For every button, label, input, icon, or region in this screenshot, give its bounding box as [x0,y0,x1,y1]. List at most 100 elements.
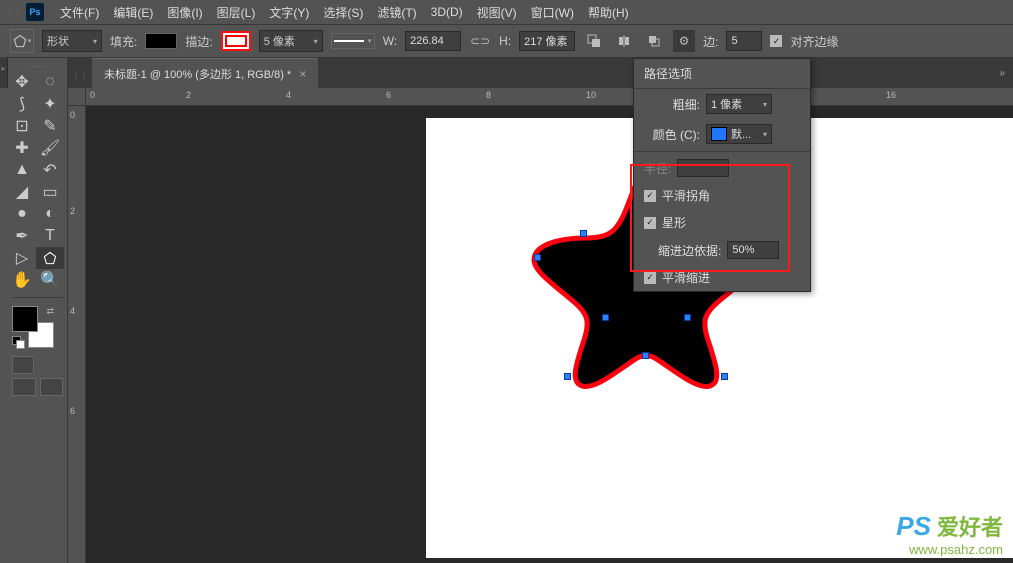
screenmode-button-2[interactable] [40,378,64,396]
smooth-corners-label: 平滑拐角 [662,187,710,204]
history-brush-tool[interactable]: ↶ [36,159,64,181]
shape-mode-dropdown[interactable]: 形状 ▾ [42,30,102,52]
menu-help[interactable]: 帮助(H) [582,2,635,23]
options-bar: ▾ 形状 ▾ 填充: 描边: 5 像素 ▾ ▾ W: ⊂⊃ H: ⚙ 边: ✓ … [0,24,1013,58]
stroke-color-swatch[interactable] [221,31,251,51]
gradient-tool[interactable]: ▭ [36,181,64,203]
foreground-color[interactable] [12,306,38,332]
link-wh-icon[interactable]: ⊂⊃ [469,30,491,52]
menu-window[interactable]: 窗口(W) [525,2,580,23]
anchor-point[interactable] [564,373,571,380]
star-label: 星形 [662,214,686,231]
path-select-tool[interactable]: ▷ [8,247,36,269]
width-input[interactable] [405,31,461,51]
shape-tool[interactable] [36,247,64,269]
blur-tool[interactable]: ● [8,203,36,225]
tab-drag-handle[interactable]: ⋮⋮ [68,66,92,81]
anchor-point[interactable] [580,230,587,237]
menu-type[interactable]: 文字(Y) [263,2,315,23]
swap-colors-icon[interactable]: ⇄ [46,306,54,317]
popup-title: 路径选项 [634,59,810,89]
dodge-tool[interactable]: ◐ [36,203,64,225]
sides-label: 边: [703,33,718,50]
default-colors-icon[interactable] [12,336,24,348]
tool-preset-polygon[interactable]: ▾ [10,29,34,53]
width-label: W: [383,34,397,48]
shape-mode-label: 形状 [47,33,69,49]
vertical-ruler[interactable]: 0 2 4 6 [68,106,86,563]
menu-layer[interactable]: 图层(L) [211,2,262,23]
marquee-tool[interactable]: ◌ [36,71,64,93]
close-tab-icon[interactable]: × [299,67,306,81]
color-picker[interactable]: ⇄ [12,306,54,348]
lasso-tool[interactable]: ⟆ [8,93,36,115]
eyedropper-tool[interactable]: ✎ [36,115,64,137]
smooth-corners-checkbox[interactable]: ✓ [644,190,656,202]
menu-select[interactable]: 选择(S) [317,2,369,23]
menubar: ⋮⋮ Ps 文件(F) 编辑(E) 图像(I) 图层(L) 文字(Y) 选择(S… [0,0,1013,24]
tab-overflow-icon[interactable]: » [991,68,1013,79]
document-tab-title: 未标题-1 @ 100% (多边形 1, RGB/8) * [104,66,291,82]
document-area: ⋮⋮ 未标题-1 @ 100% (多边形 1, RGB/8) * × » 0 2… [68,58,1013,563]
zoom-tool[interactable]: 🔍 [36,269,64,291]
canvas-viewport[interactable] [86,106,1013,563]
toolbox: ⋯⋯ ✥◌ ⟆✦ ⊡✎ ✚🖌 ▲↶ ◢▭ ●◐ ✒T ▷ ✋🔍 ⇄ [8,58,68,563]
height-input[interactable] [519,31,575,51]
radius-input[interactable] [677,159,729,177]
brush-tool[interactable]: 🖌 [36,137,64,159]
crop-tool[interactable]: ⊡ [8,115,36,137]
stroke-width-value: 5 像素 [264,33,295,49]
menu-view[interactable]: 视图(V) [471,2,523,23]
ruler-origin[interactable] [68,88,86,106]
path-color-dropdown[interactable]: 默...▾ [706,124,772,144]
align-edges-label: 对齐边缘 [790,33,838,50]
align-edges-checkbox[interactable]: ✓ [770,35,782,47]
wand-tool[interactable]: ✦ [36,93,64,115]
smooth-indent-checkbox[interactable]: ✓ [644,272,656,284]
dropdown-icon: ▾ [93,37,97,46]
menu-filter[interactable]: 滤镜(T) [371,2,422,23]
type-tool[interactable]: T [36,225,64,247]
panel-collapse-handle[interactable]: ▸ [0,58,8,88]
stroke-style-dropdown[interactable]: ▾ [331,33,375,49]
menu-image[interactable]: 图像(I) [161,2,208,23]
indent-label: 缩进边依据: [658,242,721,259]
path-color-label: 颜色 (C): [644,126,700,143]
anchor-point[interactable] [602,314,609,321]
sides-input[interactable] [726,31,762,51]
anchor-point[interactable] [642,352,649,359]
stroke-label: 描边: [185,33,212,50]
watermark-text: 爱好者 [937,510,1003,542]
stamp-tool[interactable]: ▲ [8,159,36,181]
indent-input[interactable] [727,241,779,259]
gear-icon[interactable]: ⚙ [673,30,695,52]
anchor-point[interactable] [534,254,541,261]
stroke-width-dropdown[interactable]: 5 像素 ▾ [259,30,323,52]
hand-tool[interactable]: ✋ [8,269,36,291]
horizontal-ruler[interactable]: 0 2 4 6 8 10 12 14 16 [86,88,1013,106]
quickmask-icon[interactable] [12,356,34,374]
anchor-point[interactable] [721,373,728,380]
watermark: PS 爱好者 www.psahz.com [896,510,1003,557]
path-alignment-icon[interactable] [613,30,635,52]
document-tab[interactable]: 未标题-1 @ 100% (多边形 1, RGB/8) * × [92,58,318,88]
screenmode-button[interactable] [12,378,36,396]
anchor-point[interactable] [684,314,691,321]
fill-label: 填充: [110,33,137,50]
star-checkbox[interactable]: ✓ [644,217,656,229]
path-operations-icon[interactable] [583,30,605,52]
fill-color-swatch[interactable] [145,33,177,49]
move-tool[interactable]: ✥ [8,71,36,93]
eraser-tool[interactable]: ◢ [8,181,36,203]
pen-tool[interactable]: ✒ [8,225,36,247]
menu-3d[interactable]: 3D(D) [425,3,469,21]
path-arrangement-icon[interactable] [643,30,665,52]
heal-tool[interactable]: ✚ [8,137,36,159]
menu-file[interactable]: 文件(F) [54,2,105,23]
thickness-dropdown[interactable]: 1 像素▾ [706,94,772,114]
menu-edit[interactable]: 编辑(E) [107,2,159,23]
app-logo: Ps [26,3,44,21]
smooth-indent-label: 平滑缩进 [662,269,710,286]
height-label: H: [499,34,511,48]
drag-handle[interactable]: ⋮⋮ [4,8,24,17]
